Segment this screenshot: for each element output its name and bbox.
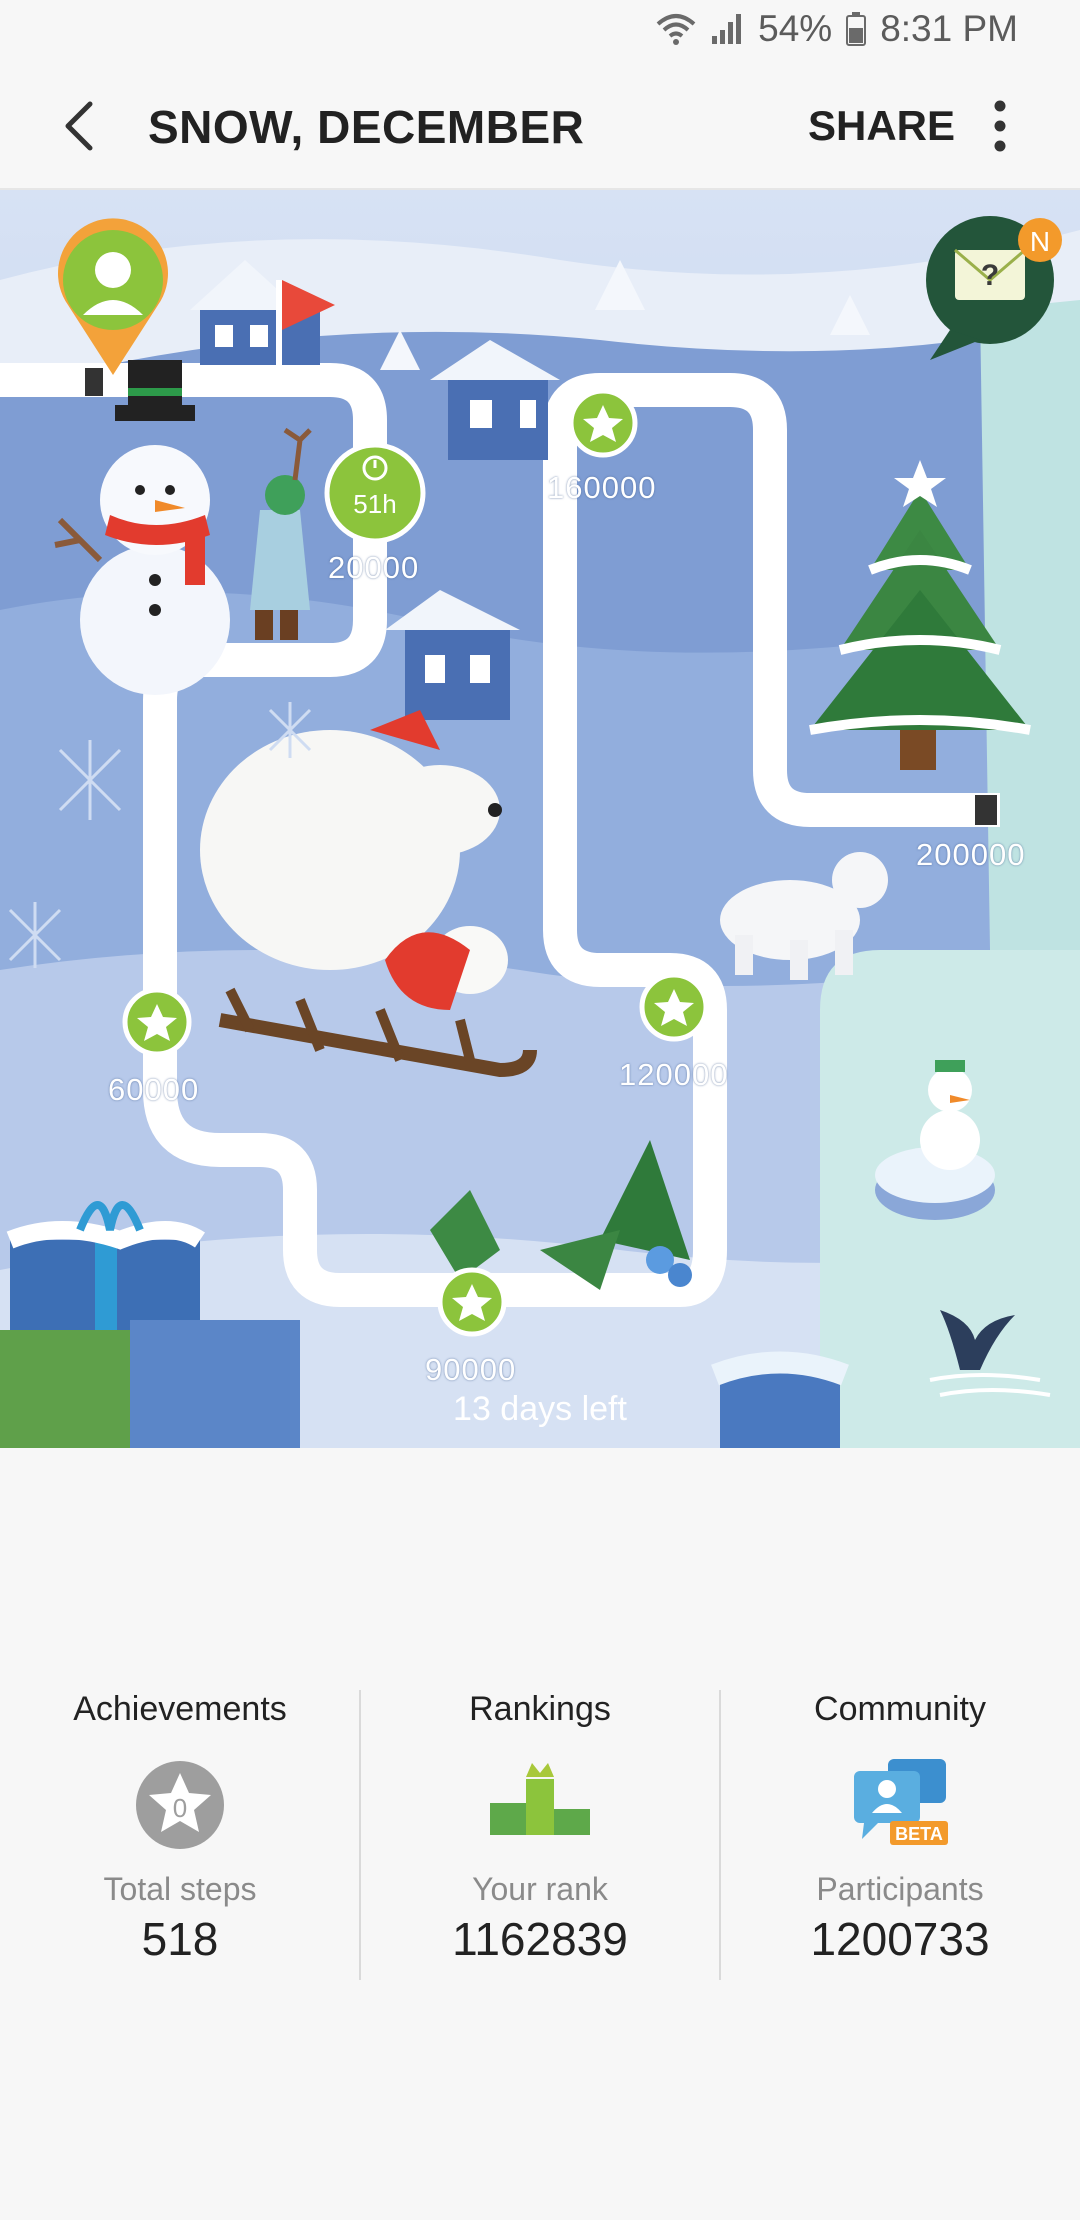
achievements-card[interactable]: Achievements 0 Total steps 518 <box>0 1690 360 1980</box>
notification-badge-label: N <box>1030 226 1050 257</box>
stats-section: Achievements 0 Total steps 518 Rankings … <box>0 1690 1080 1980</box>
challenge-map: ? N 51h <box>0 190 1080 1448</box>
milestone-label-90000: 90000 <box>425 1352 517 1387</box>
total-steps-label: Total steps <box>103 1871 257 1907</box>
participants-value: 1200733 <box>810 1913 990 1965</box>
battery-icon <box>846 12 867 46</box>
battery-percent: 54% <box>758 8 833 49</box>
beta-badge: BETA <box>895 1824 943 1844</box>
app-bar: SNOW, DECEMBER SHARE <box>0 66 1080 190</box>
share-button[interactable]: SHARE <box>808 102 955 150</box>
community-header: Community <box>814 1690 986 1728</box>
your-rank-value: 1162839 <box>452 1913 628 1965</box>
page-title: SNOW, DECEMBER <box>148 101 585 153</box>
rankings-card[interactable]: Rankings Your rank 1162839 <box>360 1690 720 1980</box>
clock: 8:31 PM <box>880 8 1018 49</box>
milestone-star-60000 <box>122 987 192 1057</box>
milestone-label-120000: 120000 <box>619 1057 729 1092</box>
total-steps-value: 518 <box>141 1913 219 1965</box>
timer-label: 51h <box>353 489 396 519</box>
your-rank-label: Your rank <box>472 1871 608 1907</box>
milestone-label-20000: 20000 <box>328 550 420 585</box>
signal-icon <box>712 14 742 44</box>
rankings-header: Rankings <box>469 1690 611 1728</box>
achievements-star-icon: 0 <box>130 1755 230 1855</box>
podium-crown-icon <box>490 1755 590 1855</box>
finish-flag-checker <box>975 795 997 825</box>
back-arrow-icon[interactable] <box>48 94 112 158</box>
milestone-label-200000: 200000 <box>916 837 1026 872</box>
milestone-label-60000: 60000 <box>108 1072 200 1107</box>
community-chat-icon: BETA <box>850 1755 950 1855</box>
community-card[interactable]: Community BETA Participants 1200733 <box>720 1690 1080 1980</box>
milestone-star-20000: 51h <box>324 442 426 544</box>
more-options-icon[interactable] <box>982 94 1018 158</box>
participants-label: Participants <box>816 1871 984 1907</box>
days-left-text: 13 days left <box>453 1390 627 1428</box>
start-flag-checker <box>85 368 103 396</box>
milestone-star-90000 <box>437 1267 507 1337</box>
mail-question-mark: ? <box>981 259 999 292</box>
milestone-star-120000 <box>639 972 709 1042</box>
milestone-star-160000 <box>568 388 638 458</box>
wifi-icon <box>656 14 696 45</box>
achievements-header: Achievements <box>73 1690 287 1728</box>
milestone-label-160000: 160000 <box>547 470 657 505</box>
status-bar: 54% 8:31 PM <box>0 0 1080 66</box>
achievements-badge-count: 0 <box>173 1793 187 1823</box>
